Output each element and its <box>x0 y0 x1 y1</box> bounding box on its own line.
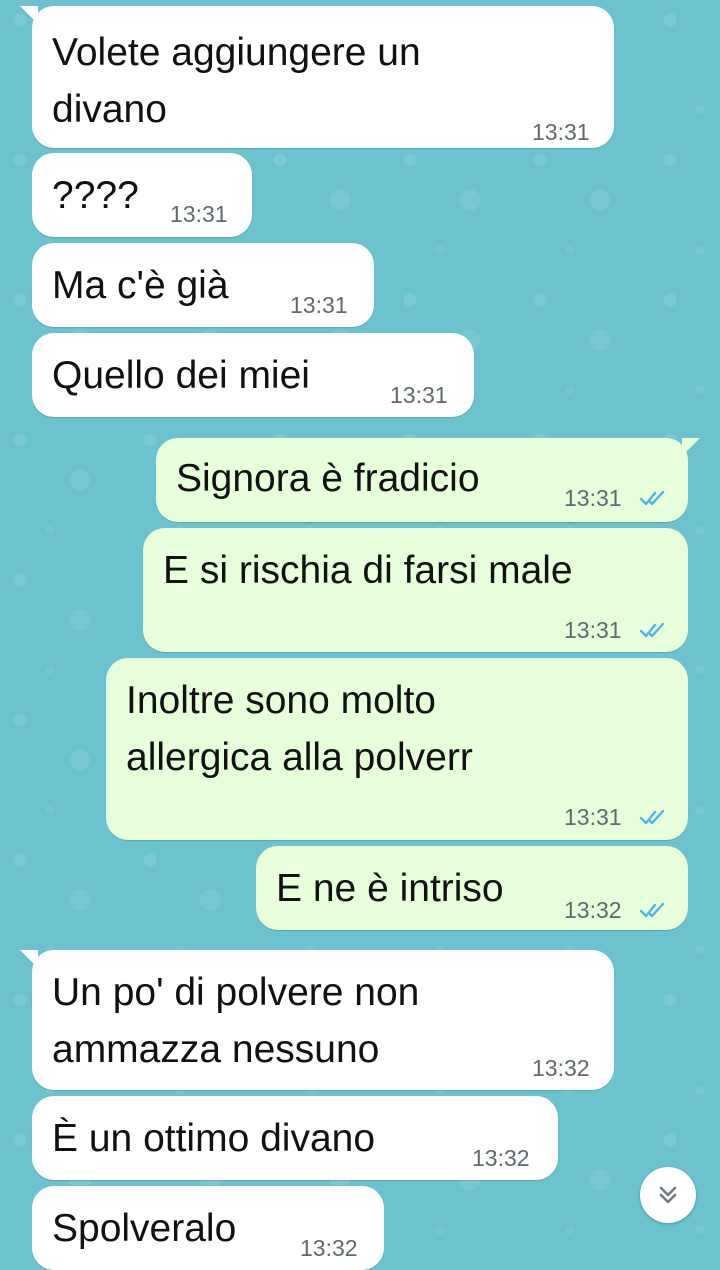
read-receipt-icon <box>639 622 665 638</box>
message-time: 13:32 <box>564 897 622 923</box>
message-text: Signora è fradicio <box>176 457 480 500</box>
message-text: È un ottimo divano <box>52 1117 376 1160</box>
message-time: 13:32 <box>472 1145 530 1171</box>
read-receipt-icon <box>639 809 665 825</box>
message-time: 13:31 <box>170 201 228 227</box>
message-time: 13:32 <box>532 1055 590 1081</box>
scroll-to-bottom-button[interactable] <box>640 1167 696 1223</box>
message-text: Spolveralo <box>52 1207 237 1250</box>
message-text: Quello dei miei <box>52 354 310 397</box>
read-receipt-icon <box>639 490 665 506</box>
message-bubble-incoming[interactable]: È un ottimo divano 13:32 <box>32 1096 558 1180</box>
message-list[interactable]: Volete aggiungere un divano 13:31 ???? 1… <box>0 0 720 1270</box>
message-bubble-incoming[interactable]: Volete aggiungere un divano 13:31 <box>20 6 614 148</box>
message-text: E si rischia di farsi male <box>163 549 573 592</box>
message-text: Volete aggiungere un divano <box>52 31 421 131</box>
message-time: 13:32 <box>300 1235 358 1261</box>
message-time: 13:31 <box>532 119 590 145</box>
message-time: 13:31 <box>290 292 348 318</box>
message-bubble-incoming[interactable]: Ma c'è già 13:31 <box>32 243 374 327</box>
message-text: Un po' di polvere non ammazza nessuno <box>52 971 420 1071</box>
message-bubble-incoming[interactable]: Quello dei miei 13:31 <box>32 333 474 417</box>
message-text: ???? <box>52 174 139 217</box>
message-bubble-outgoing[interactable]: Inoltre sono molto allergica alla polver… <box>106 658 688 840</box>
message-time: 13:31 <box>564 485 622 511</box>
message-bubble-incoming[interactable]: Un po' di polvere non ammazza nessuno 13… <box>20 950 614 1090</box>
message-bubble-incoming[interactable]: Spolveralo 13:32 <box>32 1186 384 1270</box>
read-receipt-icon <box>639 902 665 918</box>
message-text: E ne è intriso <box>276 867 504 910</box>
message-bubble-outgoing[interactable]: E si rischia di farsi male 13:31 <box>143 528 688 652</box>
message-time: 13:31 <box>564 804 622 830</box>
message-bubble-outgoing[interactable]: Signora è fradicio 13:31 <box>156 438 700 522</box>
message-text: Inoltre sono molto allergica alla polver… <box>126 679 473 779</box>
message-bubble-outgoing[interactable]: E ne è intriso 13:32 <box>256 846 688 930</box>
double-chevron-down-icon <box>659 1186 677 1204</box>
message-bubble-incoming[interactable]: ???? 13:31 <box>32 153 252 237</box>
message-text: Ma c'è già <box>52 264 229 307</box>
message-time: 13:31 <box>564 617 622 643</box>
message-time: 13:31 <box>390 382 448 408</box>
